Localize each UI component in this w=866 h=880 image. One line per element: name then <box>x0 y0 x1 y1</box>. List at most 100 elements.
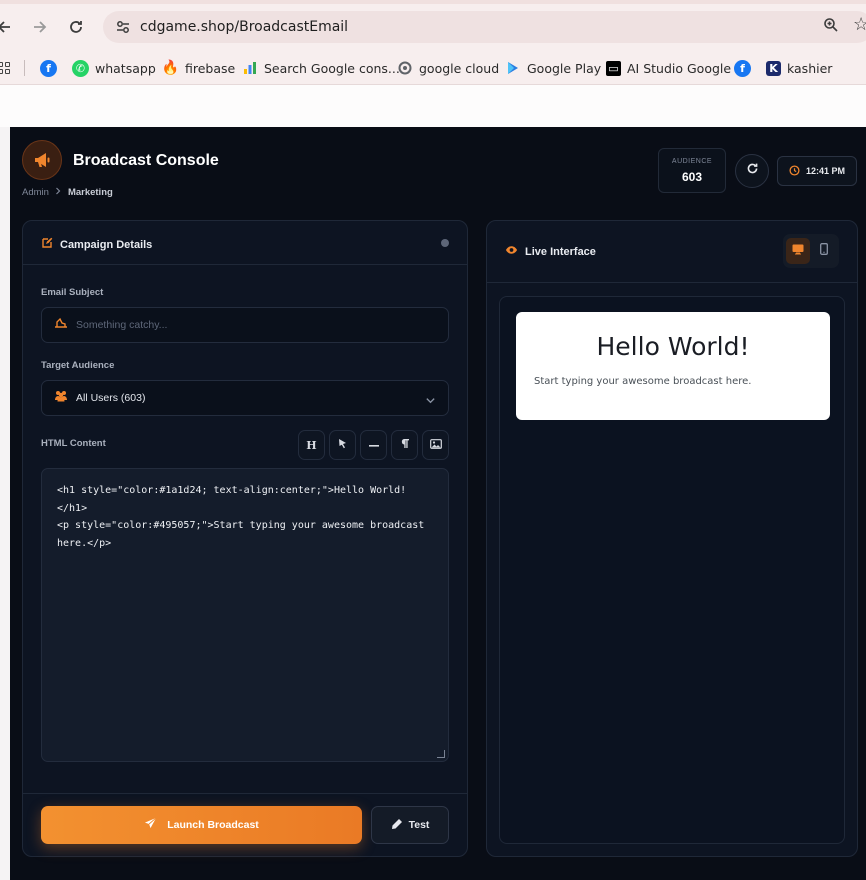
bookmark-whatsapp[interactable]: ✆ whatsapp <box>72 58 156 78</box>
bookmark-label: Search Google cons... <box>264 60 400 76</box>
email-preview-card: Hello World! Start typing your awesome b… <box>516 312 830 420</box>
broadcast-app: Broadcast Console Admin Marketing AUDIEN… <box>10 127 866 880</box>
ai-studio-icon: ▭ <box>606 60 621 76</box>
address-bar[interactable]: cdgame.shop/BroadcastEmail <box>103 11 866 43</box>
insert-paragraph-button[interactable] <box>391 430 418 460</box>
apps-grid-icon[interactable] <box>0 62 10 74</box>
back-icon[interactable] <box>0 15 16 39</box>
bookmark-label: AI Studio Google <box>627 60 732 76</box>
bookmark-kashier[interactable]: K kashier <box>766 58 832 78</box>
forward-icon[interactable] <box>28 15 52 39</box>
clock-time: 12:41 PM <box>805 166 846 176</box>
live-title-text: Live Interface <box>525 245 596 258</box>
test-label: Test <box>408 819 430 831</box>
html-content-editor[interactable] <box>41 468 449 762</box>
bookmark-label: firebase <box>185 60 236 76</box>
toolbar-heading-text: H <box>306 438 317 452</box>
chevron-down-icon <box>425 393 436 411</box>
device-toggle <box>783 234 839 268</box>
live-interface-panel: Live Interface Hello World! Start typing… <box>486 220 858 857</box>
paragraph-icon <box>400 438 410 452</box>
launch-broadcast-label: Launch Broadcast <box>167 819 259 831</box>
send-icon <box>144 817 157 833</box>
email-subject-field[interactable] <box>41 307 449 343</box>
site-settings-icon[interactable] <box>115 19 131 40</box>
bookmark-label: Google Play <box>527 60 602 76</box>
users-icon <box>54 389 68 407</box>
zoom-icon[interactable] <box>823 17 839 38</box>
reload-icon[interactable] <box>64 15 88 39</box>
live-panel-header: Live Interface <box>487 221 857 283</box>
live-panel-title: Live Interface <box>505 245 596 258</box>
page-top-margin <box>0 85 866 127</box>
breadcrumb-marketing: Marketing <box>67 187 113 198</box>
html-content-label: HTML Content <box>41 438 106 449</box>
google-play-icon <box>504 60 521 77</box>
campaign-panel-title: Campaign Details <box>41 237 152 252</box>
target-audience-value: All Users (603) <box>76 392 146 404</box>
url-text: cdgame.shop/BroadcastEmail <box>140 19 349 35</box>
page-title: Broadcast Console <box>73 152 219 169</box>
bookmark-google-cloud[interactable]: google cloud <box>396 58 499 78</box>
html-content-textarea[interactable] <box>42 469 448 761</box>
tab-strip-edge <box>0 0 866 4</box>
facebook-icon: f <box>40 59 57 77</box>
refresh-icon <box>746 162 759 180</box>
eye-icon <box>505 245 518 258</box>
megaphone-logo-icon <box>22 140 62 180</box>
bookmark-firebase[interactable]: 🔥 firebase <box>162 58 235 78</box>
mobile-view-button[interactable] <box>812 238 836 264</box>
bookmark-ai-studio[interactable]: ▭ AI Studio Google <box>606 58 731 78</box>
target-audience-select[interactable]: All Users (603) <box>41 380 449 416</box>
pointer-icon <box>338 438 348 452</box>
mobile-icon <box>820 242 828 260</box>
campaign-details-panel: Campaign Details Email Subject Target Au… <box>22 220 468 857</box>
audience-counter-label: AUDIENCE <box>671 158 713 165</box>
bookmark-facebook-2[interactable]: f <box>734 58 751 78</box>
clock-badge: 12:41 PM <box>777 156 857 186</box>
divider-icon <box>368 439 379 451</box>
breadcrumb: Admin Marketing <box>22 187 113 198</box>
campaign-title-text: Campaign Details <box>60 238 153 251</box>
bookmark-label: kashier <box>787 60 833 76</box>
bookmark-facebook[interactable]: f <box>40 58 57 78</box>
test-button[interactable]: Test <box>371 806 449 844</box>
kashier-icon: K <box>766 60 781 76</box>
preview-heading: Hello World! <box>596 332 750 361</box>
bookmark-google-play[interactable]: Google Play <box>504 58 601 78</box>
preview-paragraph: Start typing your awesome broadcast here… <box>534 376 752 387</box>
firebase-icon: 🔥 <box>161 60 180 76</box>
desktop-icon <box>792 242 804 260</box>
insert-divider-button[interactable] <box>360 430 387 460</box>
campaign-panel-header: Campaign Details <box>23 221 467 265</box>
insert-button-button[interactable] <box>329 430 356 460</box>
refresh-button[interactable] <box>735 154 769 188</box>
resize-handle[interactable] <box>437 750 445 758</box>
bookmark-search-google-console[interactable]: Search Google cons... <box>241 58 400 78</box>
edit-icon <box>41 237 53 252</box>
flask-icon <box>391 818 403 833</box>
chevron-right-icon <box>55 187 62 198</box>
heading-icon <box>54 316 68 334</box>
image-icon <box>429 438 442 452</box>
bookmark-star-icon[interactable]: ☆ <box>853 14 866 35</box>
google-ads-icon <box>241 60 258 77</box>
google-cloud-icon <box>396 60 413 77</box>
status-dot <box>441 239 449 247</box>
bookmarks-bar: f ✆ whatsapp 🔥 firebase Search Google co… <box>0 52 866 85</box>
panel-footer-divider <box>23 793 467 794</box>
target-audience-label: Target Audience <box>41 360 115 371</box>
insert-heading-button[interactable]: H <box>298 430 325 460</box>
insert-image-button[interactable] <box>422 430 449 460</box>
audience-counter: AUDIENCE 603 <box>658 148 726 193</box>
facebook-icon: f <box>734 59 751 77</box>
launch-broadcast-button[interactable]: Launch Broadcast <box>41 806 362 844</box>
bookmark-label: whatsapp <box>95 60 156 76</box>
clock-icon <box>789 164 800 178</box>
bookmark-label: google cloud <box>419 60 500 76</box>
desktop-view-button[interactable] <box>786 238 810 264</box>
bookmarks-separator <box>24 60 25 76</box>
email-subject-label: Email Subject <box>41 287 104 298</box>
breadcrumb-admin[interactable]: Admin <box>22 187 49 198</box>
email-subject-input[interactable] <box>76 319 416 331</box>
